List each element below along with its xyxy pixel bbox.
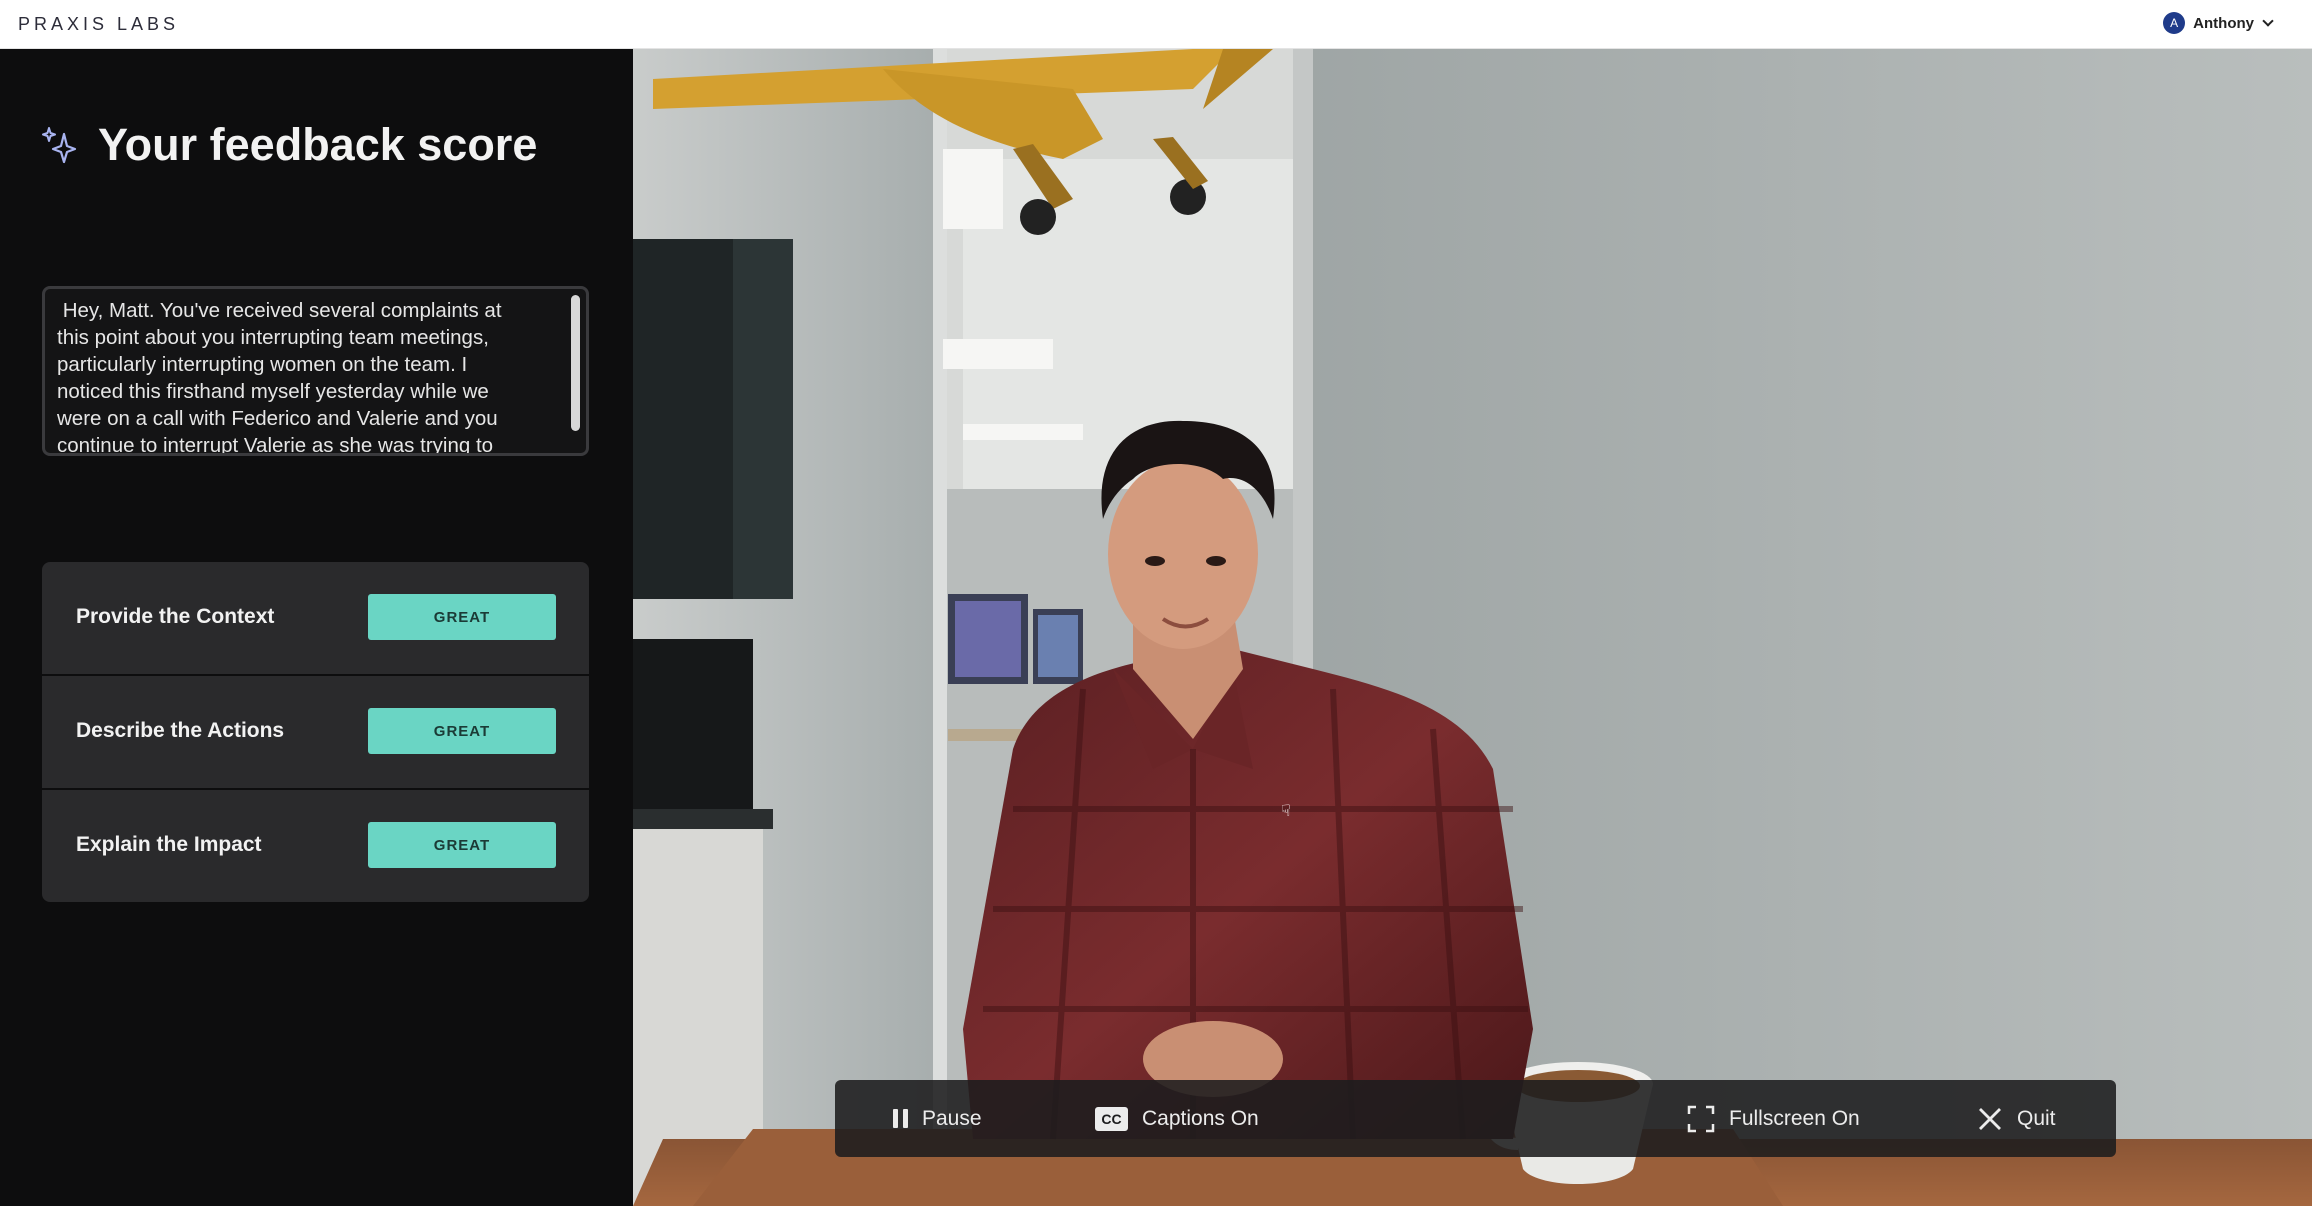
playback-controls: Pause CC Captions On Fullscreen On Quit — [835, 1080, 2116, 1157]
close-icon — [1979, 1107, 2001, 1130]
transcript-scrollbar[interactable] — [571, 295, 580, 431]
top-bar: PRAXIS LABS A Anthony — [0, 0, 2312, 49]
quit-label: Quit — [2017, 1106, 2056, 1130]
captions-button[interactable]: CC Captions On — [1095, 1080, 1259, 1157]
praxis-labs-logo[interactable]: PRAXIS LABS — [18, 14, 179, 35]
transcript-text: Hey, Matt. You've received several compl… — [57, 299, 502, 456]
pause-label: Pause — [922, 1106, 982, 1130]
user-name: Anthony — [2193, 14, 2254, 32]
scrollbar-thumb[interactable] — [571, 295, 580, 431]
quit-button[interactable]: Quit — [1977, 1080, 2056, 1157]
fullscreen-icon — [1687, 1105, 1715, 1132]
score-label: Describe the Actions — [76, 719, 285, 742]
scene-illustration — [633, 49, 2312, 1206]
score-label: Explain the Impact — [76, 833, 262, 856]
simulation-scene[interactable]: ☟ — [633, 49, 2312, 1206]
user-avatar: A — [2163, 12, 2186, 34]
feedback-title-row: Your feedback score — [40, 119, 537, 171]
captions-icon: CC — [1095, 1106, 1128, 1131]
sparkle-icon — [42, 127, 77, 164]
score-label: Provide the Context — [76, 605, 275, 628]
hand-cursor-icon: ☟ — [1281, 803, 1291, 820]
fullscreen-label: Fullscreen On — [1729, 1106, 1860, 1130]
fullscreen-button[interactable]: Fullscreen On — [1687, 1080, 1860, 1157]
score-row-actions: Describe the Actions GREAT — [42, 676, 589, 788]
pause-button[interactable]: Pause — [893, 1080, 982, 1157]
pause-icon — [893, 1109, 908, 1128]
captions-label: Captions On — [1142, 1106, 1259, 1130]
score-badge: GREAT — [368, 708, 556, 754]
score-badge: GREAT — [368, 822, 556, 868]
user-menu[interactable]: A Anthony — [2163, 12, 2274, 34]
transcript-box[interactable]: Hey, Matt. You've received several compl… — [42, 286, 589, 456]
page-title: Your feedback score — [98, 119, 538, 170]
score-list: Provide the Context GREAT Describe the A… — [42, 562, 589, 902]
score-row-impact: Explain the Impact GREAT — [42, 790, 589, 902]
feedback-panel: Your feedback score Hey, Matt. You've re… — [0, 49, 633, 1206]
score-row-context: Provide the Context GREAT — [42, 562, 589, 674]
score-badge: GREAT — [368, 594, 556, 640]
chevron-down-icon — [2262, 15, 2274, 27]
